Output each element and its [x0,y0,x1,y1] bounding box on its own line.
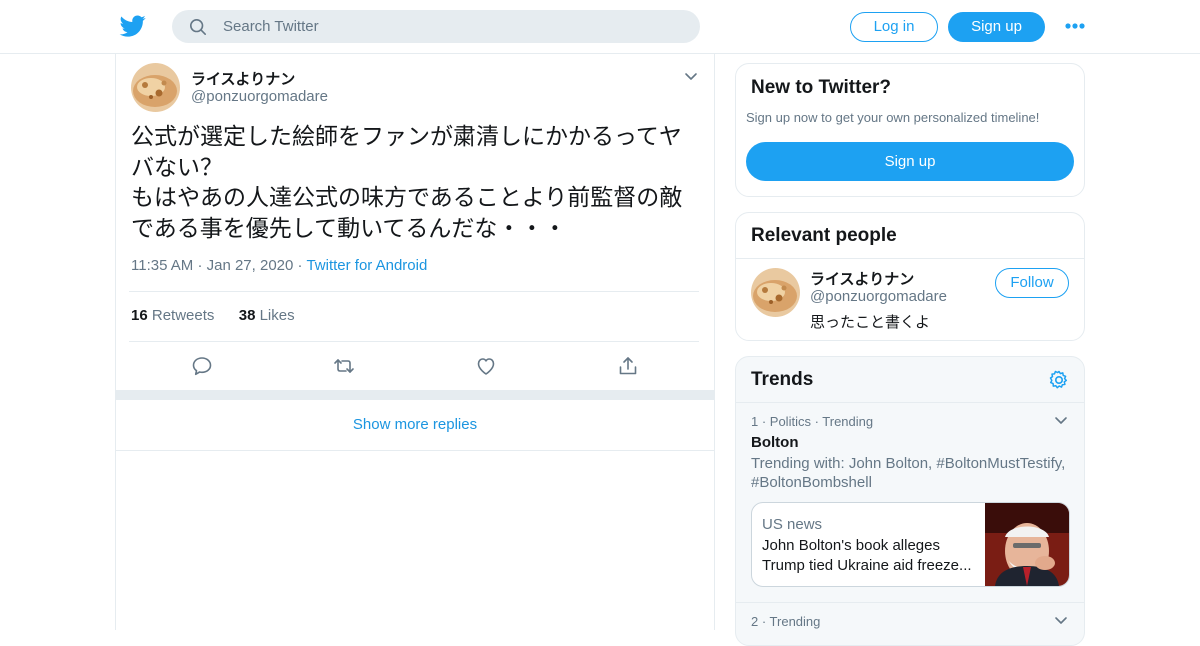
chevron-down-icon[interactable] [684,72,698,82]
relevant-people-card: Relevant people ライスよりナン @ponzuorgomadare… [735,212,1085,341]
chevron-down-icon[interactable] [1054,616,1068,626]
tweet-text-line: もはやあの人達公式の味方であることより前監督の敵 [131,185,683,211]
person-name[interactable]: ライスよりナン [810,268,914,289]
naan-avatar-icon [751,268,800,317]
news-thumbnail [985,503,1069,586]
section-gap [116,390,714,400]
tweet-meta: 11:35 AM · Jan 27, 2020 · Twitter for An… [131,257,427,274]
retweets-label: Retweets [151,307,215,324]
divider [736,602,1084,603]
tweet-text-line: バない？ [131,154,223,181]
card-title: New to Twitter? [751,77,892,98]
news-headline: John Bolton's book alleges Trump tied Uk… [762,536,982,576]
person-handle[interactable]: @ponzuorgomadare [810,288,947,305]
avatar[interactable] [131,63,180,112]
trends-card: Trends 1 · Politics · Trending Bolton Tr… [735,356,1085,646]
signup-prompt: Sign up now to get your own personalized… [746,110,1040,125]
show-more-replies-link[interactable]: Show more replies [116,400,714,451]
person-bio: 思ったこと書くよ [810,313,931,331]
new-to-twitter-card: New to Twitter? Sign up now to get your … [735,63,1085,197]
tweet-date[interactable]: Jan 27, 2020 [207,257,294,274]
author-handle[interactable]: @ponzuorgomadare [191,88,328,105]
trend-name[interactable]: Bolton [751,434,798,451]
trend-related-line: Trending with: John Bolton, #BoltonMustT… [751,455,1066,472]
tweet-source-link[interactable]: Twitter for Android [306,257,427,274]
reply-icon[interactable] [191,355,213,377]
signup-button[interactable]: Sign up [948,12,1045,42]
likes-label: Likes [259,307,295,324]
trend-meta: 2 · Trending [751,614,821,629]
card-title: Trends [751,369,814,390]
trend-meta: 1 · Politics · Trending [751,414,874,429]
follow-button[interactable]: Follow [995,268,1069,298]
divider [736,402,1084,403]
tweet-text-line: 公式が選定した絵師をファンが粛清しにかかるってヤ [131,124,682,150]
author-name[interactable]: ライスよりナン [191,68,295,89]
search-box[interactable]: Search Twitter [172,10,700,43]
login-button[interactable]: Log in [850,12,938,42]
news-headline-line: Trump tied Ukraine aid freeze... [762,557,972,574]
tweet-stats: 16 Retweets 38 Likes [131,307,295,324]
avatar[interactable] [751,268,800,317]
share-icon[interactable] [617,355,639,377]
top-bar: Search Twitter Log in Sign up [0,0,1200,54]
trend-related-line: #BoltonBombshell [751,474,872,491]
search-icon [189,18,207,36]
trend-related: Trending with: John Bolton, #BoltonMustT… [751,454,1071,492]
news-card[interactable]: US news John Bolton's book alleges Trump… [751,502,1070,587]
retweets-stat[interactable]: 16 Retweets [131,307,214,324]
more-icon[interactable] [1064,20,1086,32]
tweet-column: ライスよりナン @ponzuorgomadare 公式が選定した絵師をファンが粛… [115,54,715,630]
tweet-time[interactable]: 11:35 AM [131,257,193,274]
meta-separator: · [197,257,207,274]
gear-icon[interactable] [1048,369,1070,391]
tweet-text-line: である事を優先して動いてるんだな・・・ [131,215,567,242]
likes-count: 38 [238,307,256,324]
divider [736,258,1084,259]
twitter-bird-icon[interactable] [119,13,147,39]
likes-stat[interactable]: 38 Likes [239,307,295,324]
news-category: US news [762,516,823,533]
sidebar-signup-button[interactable]: Sign up [746,142,1074,181]
divider [129,291,699,292]
chevron-down-icon[interactable] [1054,416,1068,426]
retweets-count: 16 [131,307,148,324]
search-input[interactable]: Search Twitter [223,18,319,35]
tweet-text: 公式が選定した絵師をファンが粛清しにかかるってヤ バない？ もはやあの人達公式の… [131,122,706,244]
naan-avatar-icon [131,63,180,112]
card-title: Relevant people [751,225,897,246]
news-headline-line: John Bolton's book alleges [762,537,940,554]
like-heart-icon[interactable] [475,355,497,377]
divider [129,341,699,342]
retweet-icon[interactable] [333,355,355,377]
